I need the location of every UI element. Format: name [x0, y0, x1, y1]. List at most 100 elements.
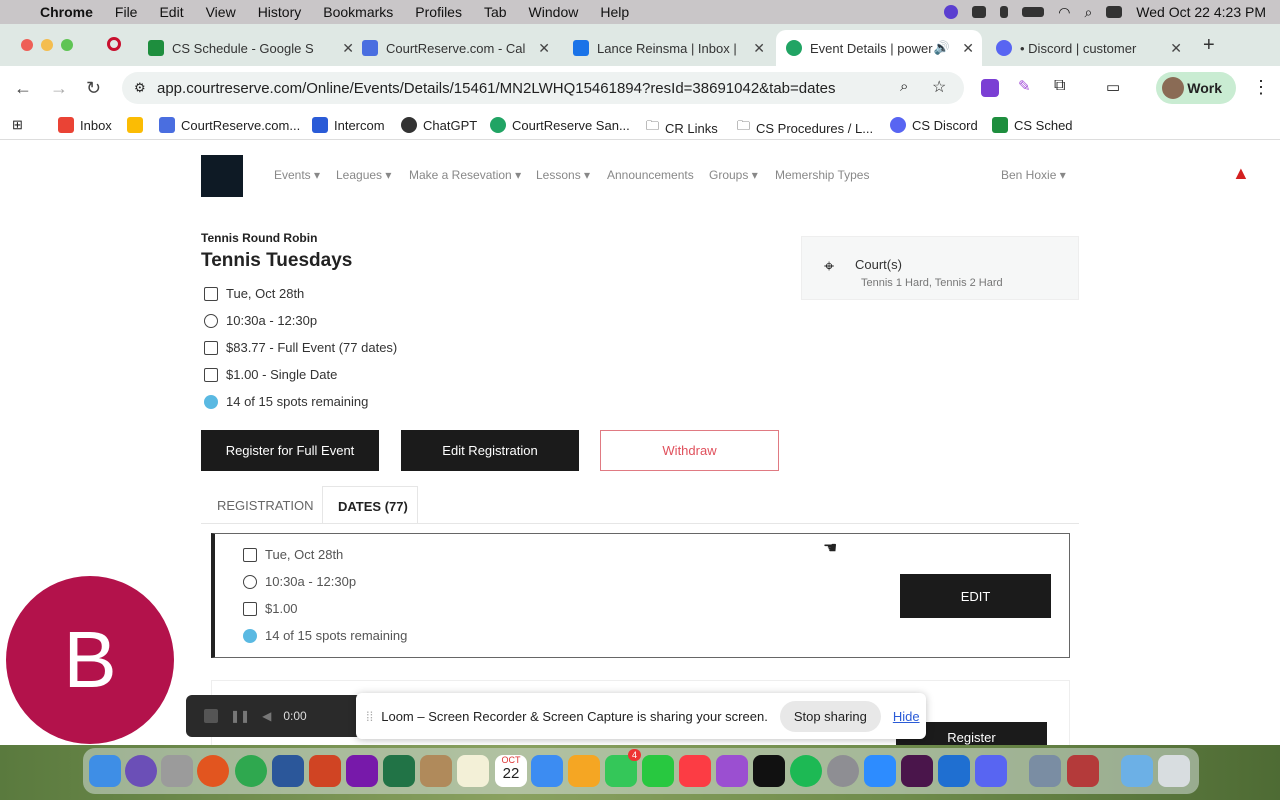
nav-lessons[interactable]: Lessons ▾ [536, 168, 590, 182]
bookmark-inbox[interactable]: Inbox [58, 117, 112, 133]
site-settings-icon[interactable]: ⚙ [134, 80, 146, 96]
close-tab-icon[interactable]: ✕ [1170, 40, 1182, 57]
nav-announcements[interactable]: Announcements [607, 168, 694, 182]
menu-view[interactable]: View [206, 4, 236, 20]
slack-icon[interactable] [901, 755, 933, 787]
bookmark-courtreserve[interactable]: CourtReserve.com... [159, 117, 300, 133]
finder-icon[interactable] [89, 755, 121, 787]
zoom-window-icon[interactable] [61, 39, 73, 51]
profile-button[interactable]: Work [1156, 72, 1236, 104]
bookmark-courtreserve-sandbox[interactable]: CourtReserve San... [490, 117, 630, 133]
nav-events[interactable]: Events ▾ [274, 168, 320, 182]
nav-membership-types[interactable]: Memership Types [775, 168, 869, 182]
launchpad-icon[interactable] [161, 755, 193, 787]
register-full-event-button[interactable]: Register for Full Event [201, 430, 379, 471]
more-menu-icon[interactable]: ⋮ [1252, 77, 1270, 98]
apps-grid-icon[interactable]: ⊞ [12, 117, 23, 133]
menubar-datetime[interactable]: Wed Oct 22 4:23 PM [1136, 4, 1266, 20]
bookmark-cs-sched[interactable]: CS Sched [992, 117, 1073, 133]
edit-date-button[interactable]: EDIT [900, 574, 1051, 618]
minimize-window-icon[interactable] [41, 39, 53, 51]
menu-app-name[interactable]: Chrome [40, 4, 93, 20]
firefox-icon[interactable] [197, 755, 229, 787]
menu-bookmarks[interactable]: Bookmarks [323, 4, 393, 20]
music-icon[interactable] [679, 755, 711, 787]
calendar-app-icon[interactable]: OCT 22 [495, 755, 527, 787]
reload-icon[interactable]: ↻ [86, 78, 101, 99]
bookmark-cs-discord[interactable]: CS Discord [890, 117, 978, 133]
powerpoint-icon[interactable] [309, 755, 341, 787]
menu-help[interactable]: Help [600, 4, 629, 20]
withdraw-button[interactable]: Withdraw [600, 430, 779, 471]
extensions-puzzle-icon[interactable]: ⧉ [1054, 77, 1065, 95]
airmail-icon[interactable] [938, 755, 970, 787]
downloads-folder-icon[interactable] [1121, 755, 1153, 787]
bookmark-star-icon[interactable]: ☆ [932, 77, 946, 97]
nav-leagues[interactable]: Leagues ▾ [336, 168, 391, 182]
bluetooth-icon[interactable] [1000, 6, 1009, 18]
camera-bubble-avatar[interactable]: B [6, 576, 174, 744]
extension-icon[interactable] [981, 79, 999, 97]
apple-tv-icon[interactable] [753, 755, 785, 787]
dropbox-icon[interactable] [972, 6, 987, 18]
bookmark-cr-links[interactable]: 🗀 CR Links [646, 117, 718, 139]
zoom-lens-icon[interactable]: ⌕ [900, 78, 908, 95]
address-bar[interactable]: ⚙ app.courtreserve.com/Online/Events/Det… [122, 72, 964, 104]
new-tab-icon[interactable]: + [1203, 34, 1215, 57]
onenote-icon[interactable] [346, 755, 378, 787]
discord-icon[interactable] [975, 755, 1007, 787]
club-logo[interactable] [201, 155, 243, 197]
menu-file[interactable]: File [115, 4, 138, 20]
tab-dates-active[interactable]: DATES (77) [322, 486, 418, 524]
menu-edit[interactable]: Edit [159, 4, 183, 20]
menu-history[interactable]: History [258, 4, 302, 20]
excel-icon[interactable] [383, 755, 415, 787]
photos-icon[interactable] [568, 755, 600, 787]
close-window-icon[interactable] [21, 39, 33, 51]
nav-make-reservation[interactable]: Make a Resevation ▾ [409, 168, 521, 182]
speaker-icon[interactable]: 🔊 [934, 40, 950, 56]
siri-icon[interactable] [125, 755, 157, 787]
pause-icon[interactable]: ❚❚ [230, 709, 250, 723]
forward-icon[interactable]: → [50, 78, 68, 99]
control-center-icon[interactable] [1106, 6, 1123, 18]
nav-user-menu[interactable]: Ben Hoxie ▾ [1001, 168, 1066, 182]
tab-event-details[interactable]: Event Details | power 🔊 ✕ [776, 30, 982, 66]
tab-courtreserve-calendar[interactable]: CourtReserve.com - Cal ✕ [352, 30, 558, 66]
warning-icon[interactable]: ▲ [1232, 163, 1250, 184]
search-icon[interactable]: ⌕ [1084, 4, 1092, 21]
word-icon[interactable] [272, 755, 304, 787]
battery-icon[interactable] [1022, 7, 1045, 17]
menu-window[interactable]: Window [529, 4, 579, 20]
close-tab-icon[interactable]: ✕ [962, 40, 974, 57]
messages-icon[interactable]: 4 [605, 749, 641, 787]
tab-discord[interactable]: • Discord | customer ✕ [986, 30, 1190, 66]
zoom-status-icon[interactable] [944, 5, 959, 19]
tab-inbox[interactable]: Lance Reinsma | Inbox | ✕ [563, 30, 773, 66]
close-tab-icon[interactable]: ✕ [753, 40, 765, 57]
stop-sharing-button[interactable]: Stop sharing [779, 700, 881, 732]
pen-extension-icon[interactable]: ✎ [1018, 77, 1031, 95]
trash-icon[interactable] [1158, 755, 1190, 787]
system-settings-icon[interactable] [827, 755, 859, 787]
preview-icon[interactable] [1029, 755, 1061, 787]
bookmark-cs-procedures[interactable]: 🗀 CS Procedures / L... [737, 117, 873, 139]
close-tab-icon[interactable]: ✕ [538, 40, 550, 57]
edit-registration-button[interactable]: Edit Registration [401, 430, 579, 471]
drive-icon[interactable] [127, 117, 143, 133]
mute-icon[interactable]: ◀ [262, 709, 271, 723]
bookmark-chatgpt[interactable]: ChatGPT [401, 117, 477, 133]
tab-registration[interactable]: REGISTRATION [217, 498, 314, 513]
menu-tab[interactable]: Tab [484, 4, 507, 20]
tab-cs-schedule[interactable]: CS Schedule - Google S ✕ [138, 30, 362, 66]
dictionary-icon[interactable] [1067, 755, 1099, 787]
app-store-icon[interactable] [531, 755, 563, 787]
tab-search-icon[interactable]: ▭ [1106, 78, 1120, 96]
zoom-icon[interactable] [864, 755, 896, 787]
wifi-icon[interactable]: ◠ [1058, 4, 1070, 21]
hide-link[interactable]: Hide [893, 709, 920, 724]
notes-icon[interactable] [457, 755, 489, 787]
drag-handle-icon[interactable]: ⁞⁞ [366, 709, 373, 724]
podcasts-icon[interactable] [716, 755, 748, 787]
back-icon[interactable]: ← [14, 78, 32, 99]
